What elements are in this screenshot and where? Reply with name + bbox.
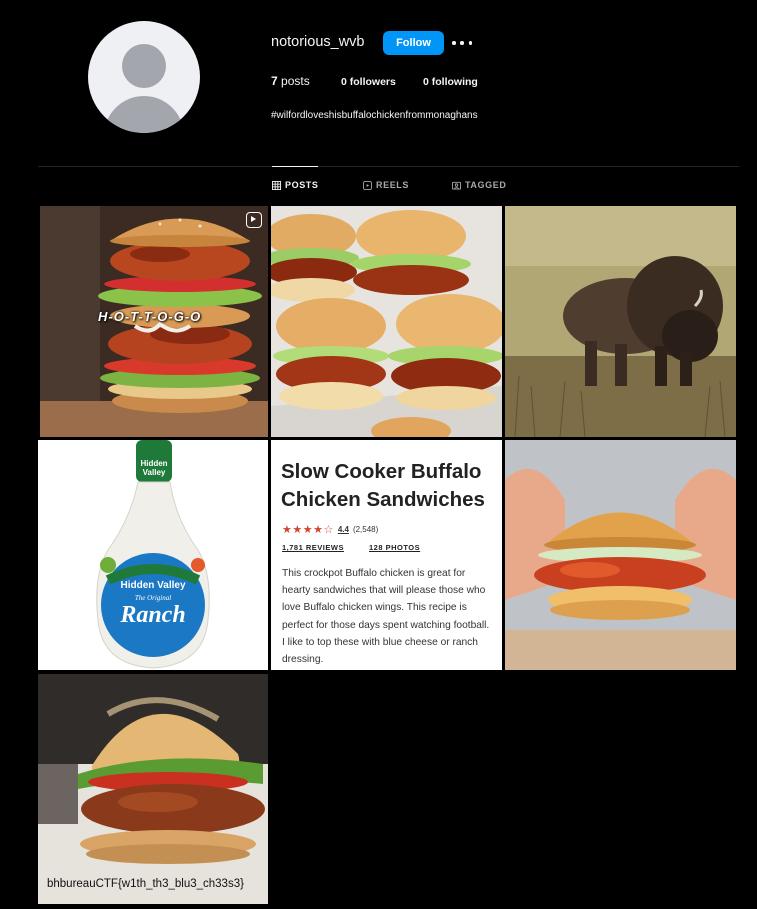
recipe-description: This crockpot Buffalo chicken is great f… [282, 568, 490, 666]
dot [460, 41, 464, 45]
tab-label: TAGGED [465, 180, 507, 190]
dot [452, 41, 456, 45]
post-tile[interactable]: bhbureauCTF{w1th_th3_blu3_ch33s3} [38, 674, 268, 904]
post-caption-text: bhbureauCTF{w1th_th3_blu3_ch33s3} [47, 878, 244, 890]
svg-text:The Original: The Original [135, 594, 171, 602]
following-stat[interactable]: 0 following [423, 76, 478, 88]
star-rating-icon: ★★★★☆ [282, 524, 334, 536]
reels-icon [363, 180, 372, 190]
tab-label: POSTS [285, 180, 319, 190]
avatar-body [104, 96, 184, 133]
active-tab-indicator [272, 166, 318, 167]
rating-count: (2,548) [352, 525, 379, 534]
avatar-head [122, 44, 166, 88]
post-tile[interactable] [505, 440, 736, 670]
svg-text:Hidden Valley: Hidden Valley [120, 580, 185, 591]
tag-icon [452, 181, 461, 190]
hand-sandwich-image [505, 440, 736, 670]
tab-posts[interactable]: POSTS [272, 180, 319, 190]
reels-icon [246, 212, 262, 228]
post-tile[interactable]: Slow Cooker Buffalo Chicken Sandwiches ★… [271, 440, 502, 670]
svg-text:Ranch: Ranch [119, 602, 185, 628]
post-tile[interactable]: H-O-T-T-O-G-O [40, 206, 268, 437]
photos-link: 128 PHOTOS [369, 543, 421, 552]
grid-icon [272, 180, 281, 190]
ctf-burger-image [38, 674, 268, 904]
post-overlay-text: H-O-T-T-O-G-O [98, 309, 202, 324]
reviews-link: 1,781 REVIEWS [282, 543, 344, 552]
post-tile[interactable] [271, 206, 502, 437]
posts-count: 7 [271, 74, 278, 88]
recipe-rating: ★★★★☆ 4.4 (2,548) [282, 523, 378, 536]
divider [38, 166, 739, 167]
bio: #wilfordloveshisbuffalochickenfrommonagh… [271, 110, 478, 121]
svg-text:Hidden: Hidden [140, 459, 167, 468]
dot [468, 41, 472, 45]
tab-reels[interactable]: REELS [363, 180, 409, 190]
sliders-image [271, 206, 502, 437]
rating-value: 4.4 [337, 525, 349, 534]
tab-tagged[interactable]: TAGGED [452, 180, 506, 190]
followers-stat[interactable]: 0 followers [341, 76, 396, 88]
post-tile[interactable] [505, 206, 736, 437]
tab-label: REELS [376, 180, 410, 190]
posts-label: posts [277, 74, 310, 88]
follow-button[interactable]: Follow [383, 31, 444, 55]
svg-text:Valley: Valley [143, 468, 166, 477]
ranch-bottle-image: Hidden Valley Hidden Valley The Original… [38, 440, 268, 670]
profile-page: notorious_wvb Follow 7 posts 0 followers… [0, 0, 757, 909]
username: notorious_wvb [271, 34, 365, 50]
avatar[interactable] [88, 21, 200, 133]
recipe-title: Slow Cooker Buffalo Chicken Sandwiches [281, 460, 485, 511]
bison-image [505, 206, 736, 437]
post-tile[interactable]: Hidden Valley Hidden Valley The Original… [38, 440, 268, 670]
more-options-icon[interactable] [452, 35, 472, 51]
posts-stat: 7 posts [271, 74, 310, 88]
